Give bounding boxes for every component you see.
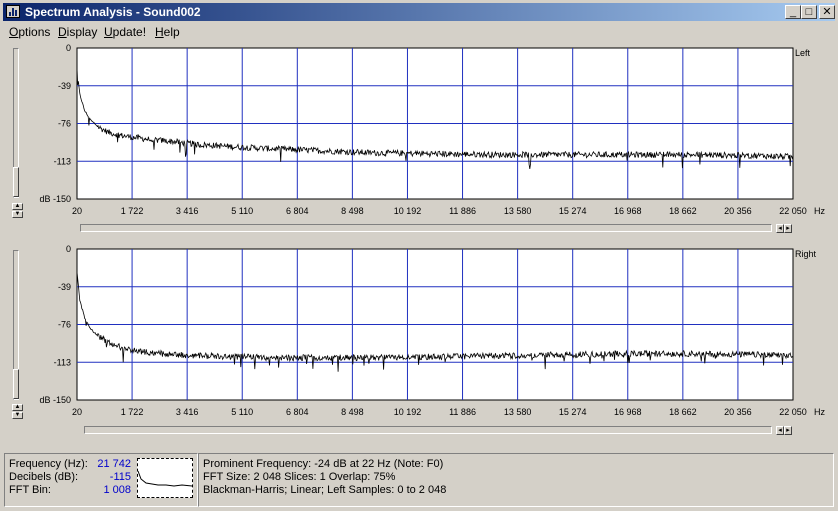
x-tick-label: 1 722 [121,407,144,417]
x-tick-label: 20 356 [724,206,752,216]
x-tick-label: 13 580 [504,206,532,216]
x-tick-label: 11 886 [449,407,476,417]
zoom-in-icon[interactable]: ▸ [784,426,792,435]
x-tick-label: 10 192 [394,407,422,417]
x-tick-label: 20 [72,206,82,216]
fft-bin-label: FFT Bin: [9,484,51,496]
x-tick-label: 3 416 [176,206,199,216]
mini-spectrum-curve [137,470,193,487]
y-tick-label: -76 [58,320,71,330]
x-tick-label: 6 804 [286,407,309,417]
x-tick-label: 15 274 [559,206,587,216]
zoom-out-icon[interactable]: ◂ [776,426,784,435]
x-tick-label: 18 662 [669,407,697,417]
x-tick-label: 16 968 [614,206,642,216]
y-tick-label: -113 [54,357,71,367]
y-tick-label: 0 [66,43,71,53]
decibels-value: -115 [109,471,131,483]
x-tick-label: 8 498 [341,206,364,216]
left-channel-chart[interactable]: 20 1 722 3 416 5 110 6 804 8 498 10 192 11 886 1… [39,43,825,216]
channel-label: Right [795,249,817,259]
fft-bin-value: 1 008 [103,484,131,496]
y-tick-label: -39 [58,282,71,292]
y-tick-label: -39 [58,81,71,91]
mini-spectrum-preview [137,458,193,498]
x-tick-label: 11 886 [449,206,476,216]
fft-size-text: FFT Size: 2 048 Slices: 1 Overlap: 75% [203,471,396,483]
x-tick-label: 5 110 [231,206,253,216]
x-tick-label: 8 498 [341,407,364,417]
y-tick-label: -76 [58,119,71,129]
right-channel-chart[interactable]: 20 1 722 3 416 5 110 6 804 8 498 10 192 11 886 1… [39,244,825,417]
spectrum-analysis-window: Spectrum Analysis - Sound002 _ □ ✕ Optio… [0,0,838,511]
x-tick-label: 20 356 [724,407,752,417]
left-chart-scrollbar[interactable] [80,224,772,232]
x-tick-label: 6 804 [286,206,309,216]
window-settings-text: Blackman-Harris; Linear; Left Samples: 0… [203,484,447,496]
x-tick-label: 15 274 [559,407,587,417]
x-tick-label: 10 192 [394,206,422,216]
x-tick-label: 3 416 [176,407,199,417]
decibels-label: Decibels (dB): [9,471,79,483]
y-tick-label: -113 [54,156,71,166]
x-axis-unit: Hz [814,407,825,417]
zoom-out-icon[interactable]: ◂ [776,224,784,233]
frequency-value: 21 742 [97,458,131,470]
channel-label: Left [795,48,811,58]
x-tick-label: 18 662 [669,206,697,216]
x-tick-label: 22 050 [779,206,807,216]
y-tick-label: 0 [66,244,71,254]
x-tick-label: 5 110 [231,407,253,417]
x-tick-label: 20 [72,407,82,417]
x-axis-unit: Hz [814,206,825,216]
right-chart-scrollbar[interactable] [84,426,772,434]
x-tick-label: 13 580 [504,407,532,417]
zoom-in-icon[interactable]: ▸ [784,224,792,233]
prominent-frequency-text: Prominent Frequency: -24 dB at 22 Hz (No… [203,458,444,470]
x-tick-label: 1 722 [121,206,144,216]
x-tick-label: 22 050 [779,407,807,417]
y-tick-label: dB -150 [39,395,71,405]
x-tick-label: 16 968 [614,407,642,417]
y-tick-label: dB -150 [39,194,71,204]
frequency-label: Frequency (Hz): [9,458,88,470]
